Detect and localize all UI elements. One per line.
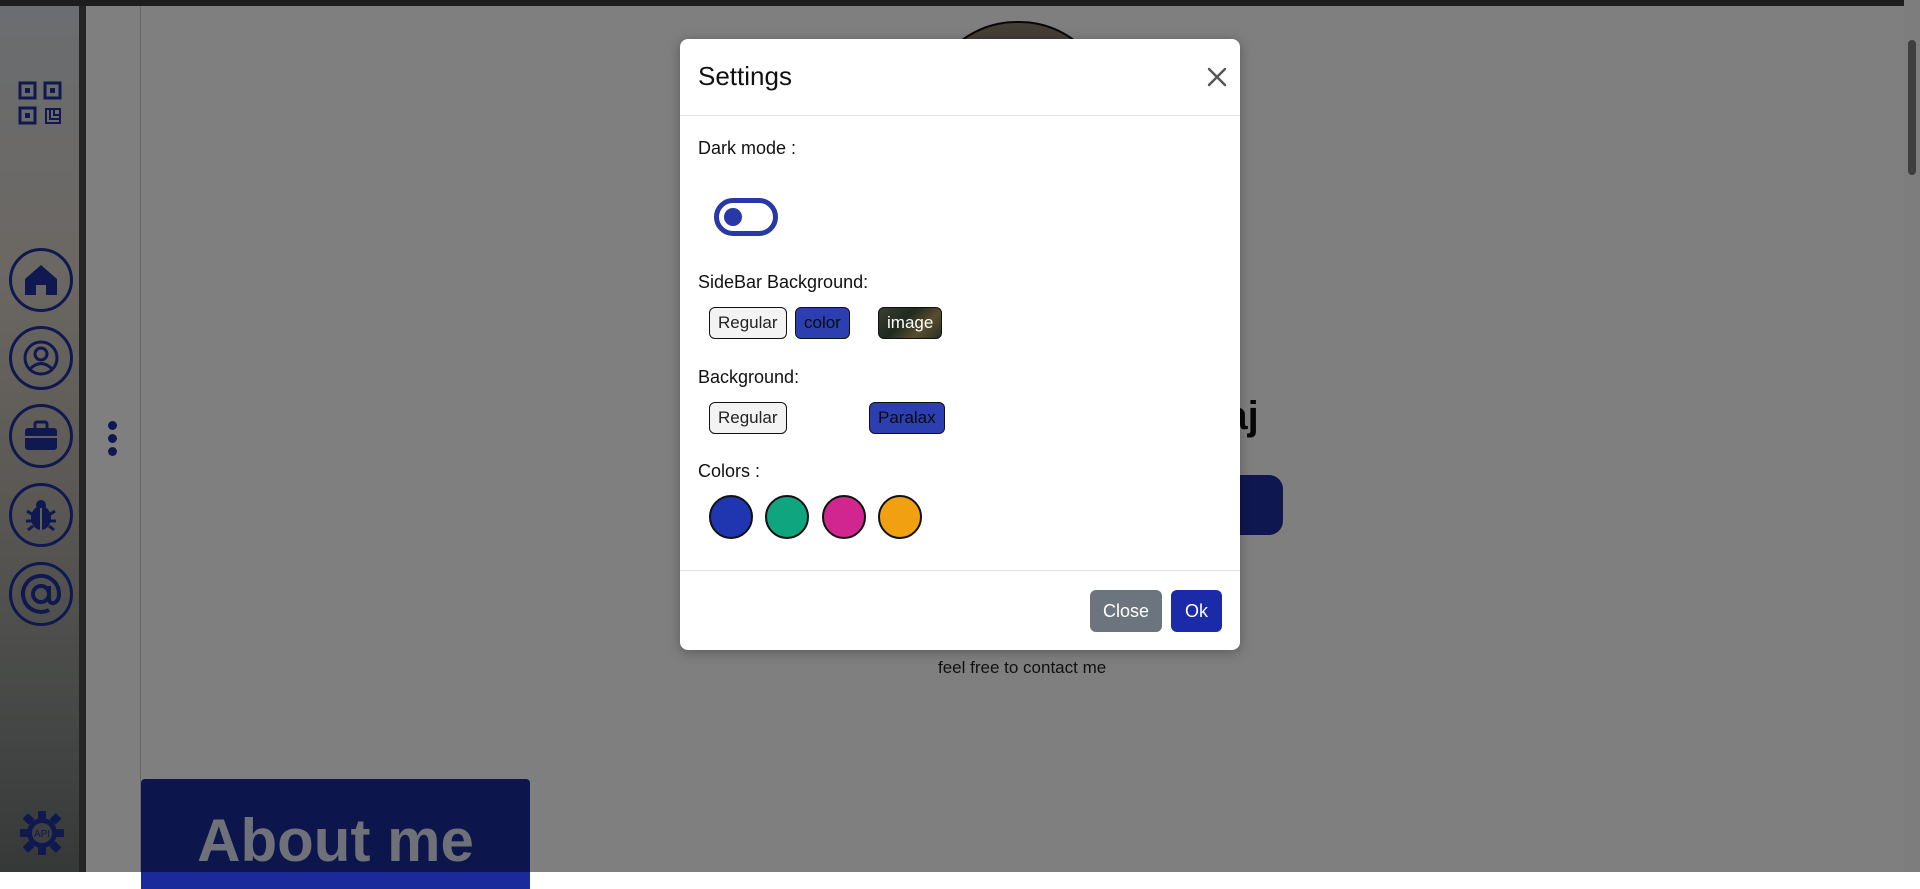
color-swatch-orange[interactable] (878, 495, 922, 539)
background-paralax-option[interactable]: Paralax (869, 402, 945, 434)
sidebar-bg-regular-option[interactable]: Regular (709, 307, 787, 339)
color-swatch-blue[interactable] (709, 495, 753, 539)
close-button[interactable]: Close (1090, 590, 1162, 632)
colors-label: Colors : (698, 461, 761, 481)
sidebar-background-label: SideBar Background: (698, 272, 869, 292)
modal-title: Settings (698, 61, 792, 91)
scrollbar-thumb[interactable] (1908, 40, 1916, 175)
ok-button[interactable]: Ok (1171, 590, 1222, 632)
color-swatch-green[interactable] (765, 495, 809, 539)
close-icon[interactable] (1202, 62, 1232, 92)
color-swatch-pink[interactable] (822, 495, 866, 539)
background-regular-option[interactable]: Regular (709, 402, 787, 434)
settings-modal: Settings Dark mode : SideBar Background:… (680, 39, 1240, 650)
sidebar-bg-image-option[interactable]: image (878, 307, 943, 339)
page-scrollbar[interactable] (1904, 0, 1920, 872)
background-label: Background: (698, 367, 800, 387)
toggle-knob (724, 208, 742, 226)
dark-mode-toggle[interactable] (714, 198, 778, 236)
dark-mode-label: Dark mode : (698, 138, 797, 158)
sidebar-bg-color-option[interactable]: color (795, 307, 850, 339)
modal-header: Settings (680, 39, 1240, 116)
